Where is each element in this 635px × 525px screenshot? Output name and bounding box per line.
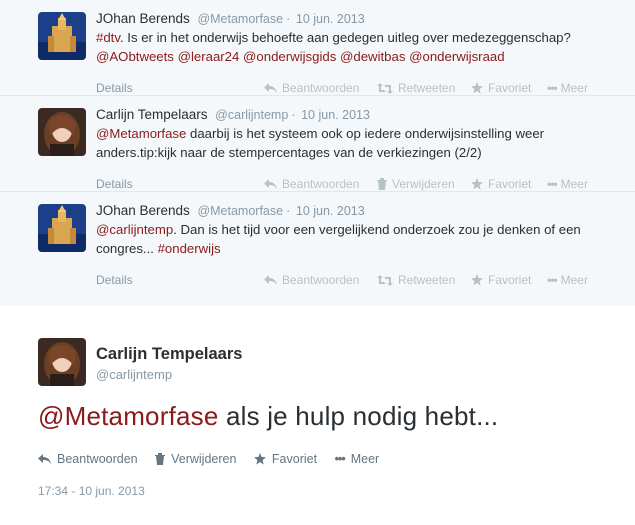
tweet-date[interactable]: 10 jun. 2013 — [296, 204, 365, 218]
delete-button[interactable]: Verwijderen — [377, 177, 455, 191]
avatar[interactable] — [38, 108, 86, 156]
reply-button[interactable]: Beantwoorden — [38, 452, 138, 466]
tweet-header: Carlijn Tempelaars @carlijntemp · 10 jun.… — [96, 107, 370, 122]
delete-label: Verwijderen — [392, 177, 455, 191]
hashtag-link[interactable]: #dtv — [96, 30, 120, 45]
hashtag-link[interactable]: #onderwijs — [158, 241, 221, 256]
mention-link[interactable]: @carlijntemp — [96, 222, 173, 237]
delete-button[interactable]: Verwijderen — [155, 452, 236, 466]
mention-link[interactable]: @onderwijsraad — [409, 49, 505, 64]
more-dots-icon: ••• — [547, 177, 558, 191]
tweet-body: als je hulp nodig hebt... — [218, 401, 499, 431]
mention-link[interactable]: @Metamorfase — [38, 401, 219, 431]
details-link[interactable]: Details — [96, 177, 133, 191]
favorite-button[interactable]: Favoriet — [471, 177, 531, 191]
star-icon — [471, 178, 483, 190]
user-name[interactable]: Carlijn Tempelaars — [96, 107, 208, 122]
favorite-button[interactable]: Favoriet — [253, 452, 318, 466]
retweet-icon — [377, 83, 393, 94]
more-label: Meer — [350, 452, 380, 466]
reply-icon — [38, 454, 51, 464]
avatar[interactable] — [38, 12, 86, 60]
more-dots-icon: ••• — [334, 452, 346, 466]
permalink-tweet: Carlijn Tempelaars @carlijntemp @Metamor… — [0, 306, 635, 525]
separator: · — [286, 204, 291, 218]
tweet[interactable]: Carlijn Tempelaars @carlijntemp · 10 jun.… — [0, 96, 635, 192]
tweet-text: @Metamorfase als je hulp nodig hebt... — [38, 401, 498, 432]
tweet-text: @Metamorfase daarbij is het systeem ook … — [96, 125, 596, 162]
mention-link[interactable]: @AObtweets — [96, 49, 174, 64]
favorite-button[interactable]: Favoriet — [471, 81, 531, 95]
delete-label: Verwijderen — [171, 452, 237, 466]
tweet-actions: Beantwoorden Verwijderen Favoriet ••• Mee… — [38, 452, 393, 466]
tweet-text-segment: . Is er in het onderwijs behoefte aan ge… — [119, 30, 571, 45]
more-button[interactable]: ••• Meer — [547, 81, 588, 95]
reply-label: Beantwoorden — [282, 177, 360, 191]
more-label: Meer — [560, 273, 588, 287]
reply-label: Beantwoorden — [57, 452, 138, 466]
mention-link[interactable]: @dewitbas — [340, 49, 405, 64]
tweet-text: #dtv. Is er in het onderwijs behoefte aa… — [96, 29, 596, 66]
tweet[interactable]: JOhan Berends @Metamorfase · 10 jun. 2013… — [0, 0, 635, 96]
retweet-label: Retweeten — [398, 273, 456, 287]
more-button[interactable]: ••• Meer — [335, 452, 380, 466]
tweet-date[interactable]: 10 jun. 2013 — [301, 108, 370, 122]
reply-button[interactable]: Beantwoorden — [264, 177, 359, 191]
mention-link[interactable]: @Metamorfase — [96, 126, 186, 141]
reply-label: Beantwoorden — [282, 81, 360, 95]
reply-icon — [264, 83, 277, 93]
reply-icon — [264, 179, 277, 189]
more-dots-icon: ••• — [547, 81, 558, 95]
star-icon — [471, 274, 483, 286]
user-name[interactable]: JOhan Berends — [96, 203, 190, 218]
user-name[interactable]: JOhan Berends — [96, 11, 190, 26]
user-handle[interactable]: @Metamorfase — [197, 204, 283, 218]
favorite-button[interactable]: Favoriet — [471, 273, 531, 287]
separator: · — [286, 12, 291, 26]
trash-icon — [155, 453, 166, 465]
more-label: Meer — [560, 81, 588, 95]
favorite-label: Favoriet — [488, 81, 532, 95]
user-name[interactable]: Carlijn Tempelaars — [96, 345, 242, 364]
avatar[interactable] — [38, 338, 86, 386]
mention-link[interactable]: @leraar24 — [178, 49, 240, 64]
tweet-text: @carlijntemp. Dan is het tijd voor een v… — [96, 221, 596, 258]
retweet-button[interactable]: Retweeten — [377, 81, 455, 95]
reply-icon — [264, 275, 277, 285]
favorite-label: Favoriet — [271, 452, 318, 466]
tweet-header: JOhan Berends @Metamorfase · 10 jun. 2013 — [96, 11, 365, 26]
mention-link[interactable]: @onderwijsgids — [243, 49, 336, 64]
favorite-label: Favoriet — [488, 273, 532, 287]
retweet-icon — [377, 275, 393, 286]
more-button[interactable]: ••• Meer — [547, 177, 588, 191]
tweet[interactable]: JOhan Berends @Metamorfase · 10 jun. 2013… — [0, 192, 635, 306]
more-button[interactable]: ••• Meer — [547, 273, 588, 287]
separator: · — [291, 108, 296, 122]
details-link[interactable]: Details — [96, 81, 133, 95]
reply-label: Beantwoorden — [282, 273, 360, 287]
user-handle[interactable]: @carlijntemp — [215, 108, 288, 122]
reply-button[interactable]: Beantwoorden — [264, 273, 359, 287]
more-label: Meer — [560, 177, 588, 191]
tweet-header: JOhan Berends @Metamorfase · 10 jun. 2013 — [96, 203, 365, 218]
details-link[interactable]: Details — [96, 273, 133, 287]
trash-icon — [377, 178, 387, 190]
tweet-timestamp[interactable]: 17:34 - 10 jun. 2013 — [38, 484, 145, 498]
conversation-thread: JOhan Berends @Metamorfase · 10 jun. 2013… — [0, 0, 635, 306]
avatar[interactable] — [38, 204, 86, 252]
user-handle[interactable]: @carlijntemp — [96, 367, 172, 382]
more-dots-icon: ••• — [547, 273, 558, 287]
retweet-label: Retweeten — [398, 81, 456, 95]
star-icon — [253, 453, 266, 465]
star-icon — [471, 82, 483, 94]
retweet-button[interactable]: Retweeten — [377, 273, 455, 287]
favorite-label: Favoriet — [488, 177, 532, 191]
tweet-date[interactable]: 10 jun. 2013 — [296, 12, 365, 26]
tweet-actions: Details Beantwoorden Retweeten Favoriet … — [96, 273, 599, 292]
reply-button[interactable]: Beantwoorden — [264, 81, 359, 95]
user-handle[interactable]: @Metamorfase — [197, 12, 283, 26]
